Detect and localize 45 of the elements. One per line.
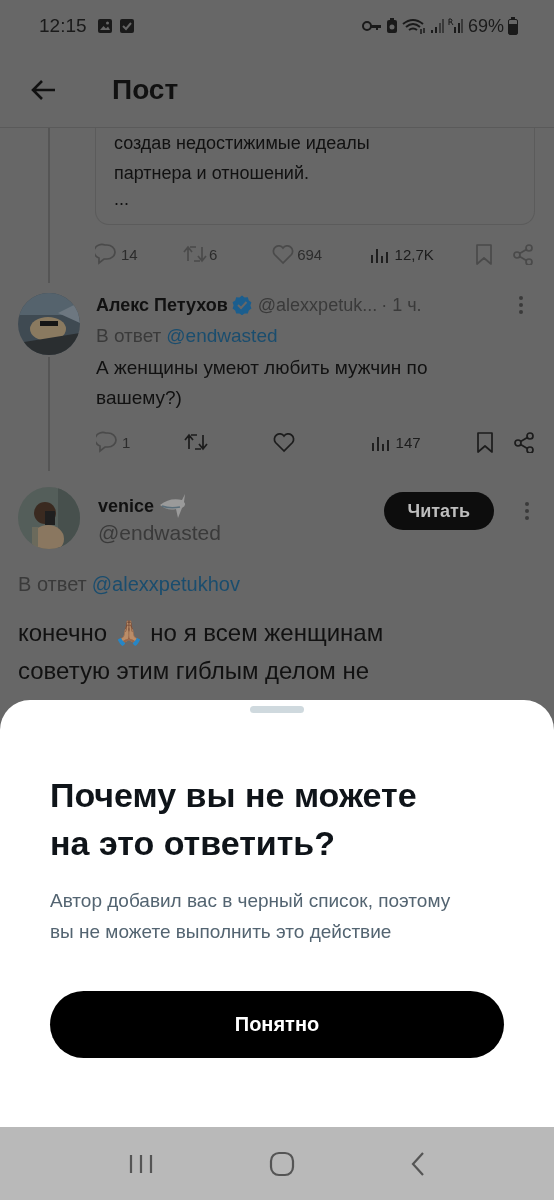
- repost-icon: [183, 243, 208, 265]
- mention-link[interactable]: @endwasted: [166, 325, 278, 347]
- battery-percent: 69%: [467, 15, 504, 37]
- got-it-button[interactable]: Понятно: [50, 991, 504, 1058]
- bar-chart-button[interactable]: 12,7K: [368, 243, 472, 265]
- ellipsis: ...: [114, 188, 130, 210]
- back-chevron-icon: [410, 1150, 427, 1177]
- more-options-icon[interactable]: [524, 501, 530, 521]
- heart-icon: [271, 243, 296, 265]
- follow-button[interactable]: Читать: [383, 492, 494, 530]
- reply-icon: [95, 243, 119, 265]
- home-icon: [269, 1150, 295, 1177]
- share-icon: [511, 243, 535, 265]
- back-arrow-icon: [30, 78, 56, 101]
- image-icon: [96, 18, 113, 34]
- drag-handle[interactable]: [250, 706, 304, 713]
- back-button[interactable]: [30, 78, 56, 101]
- page-title: Пост: [112, 73, 179, 106]
- mention-link[interactable]: @alexxpetukhov: [91, 573, 240, 596]
- more-options-icon[interactable]: [518, 295, 524, 315]
- sheet-description: Автор добавил вас в черный список, поэтому вы не можете выполнить это действие: [50, 889, 452, 944]
- clock-time: 12:15: [39, 15, 87, 37]
- post-text: А женщины умеют любить мужчин по вашему?): [96, 356, 429, 410]
- home-button[interactable]: [269, 1150, 295, 1177]
- share-icon: [512, 431, 536, 453]
- user-name[interactable]: Алекс Петухов: [96, 294, 228, 316]
- recent-apps-icon: [127, 1152, 154, 1175]
- sheet-title: Почему вы не можете на это ответить?: [50, 775, 418, 864]
- share-button[interactable]: [512, 431, 536, 453]
- user-name[interactable]: venice: [98, 495, 155, 517]
- recent-apps-button[interactable]: [127, 1152, 154, 1175]
- back-nav-button[interactable]: [410, 1150, 427, 1177]
- checkbox-icon: [118, 18, 135, 34]
- quoted-text: создав недостижимые идеалы партнера и отношений.: [114, 132, 371, 185]
- signal-icon: [429, 18, 444, 34]
- battery-icon: [508, 17, 518, 35]
- repost-icon: [184, 431, 209, 453]
- bar-chart-button[interactable]: 147: [369, 431, 473, 453]
- reply-icon: [96, 431, 120, 453]
- post-text: конечно 🙏🏽 но я всем женщинам советую этим гиблым делом не: [18, 618, 385, 686]
- battery-saver-icon: [385, 18, 398, 34]
- signal-icon: [447, 18, 464, 34]
- key-icon: [361, 20, 382, 32]
- heart-icon: [272, 431, 297, 453]
- wifi-icon: [401, 18, 426, 34]
